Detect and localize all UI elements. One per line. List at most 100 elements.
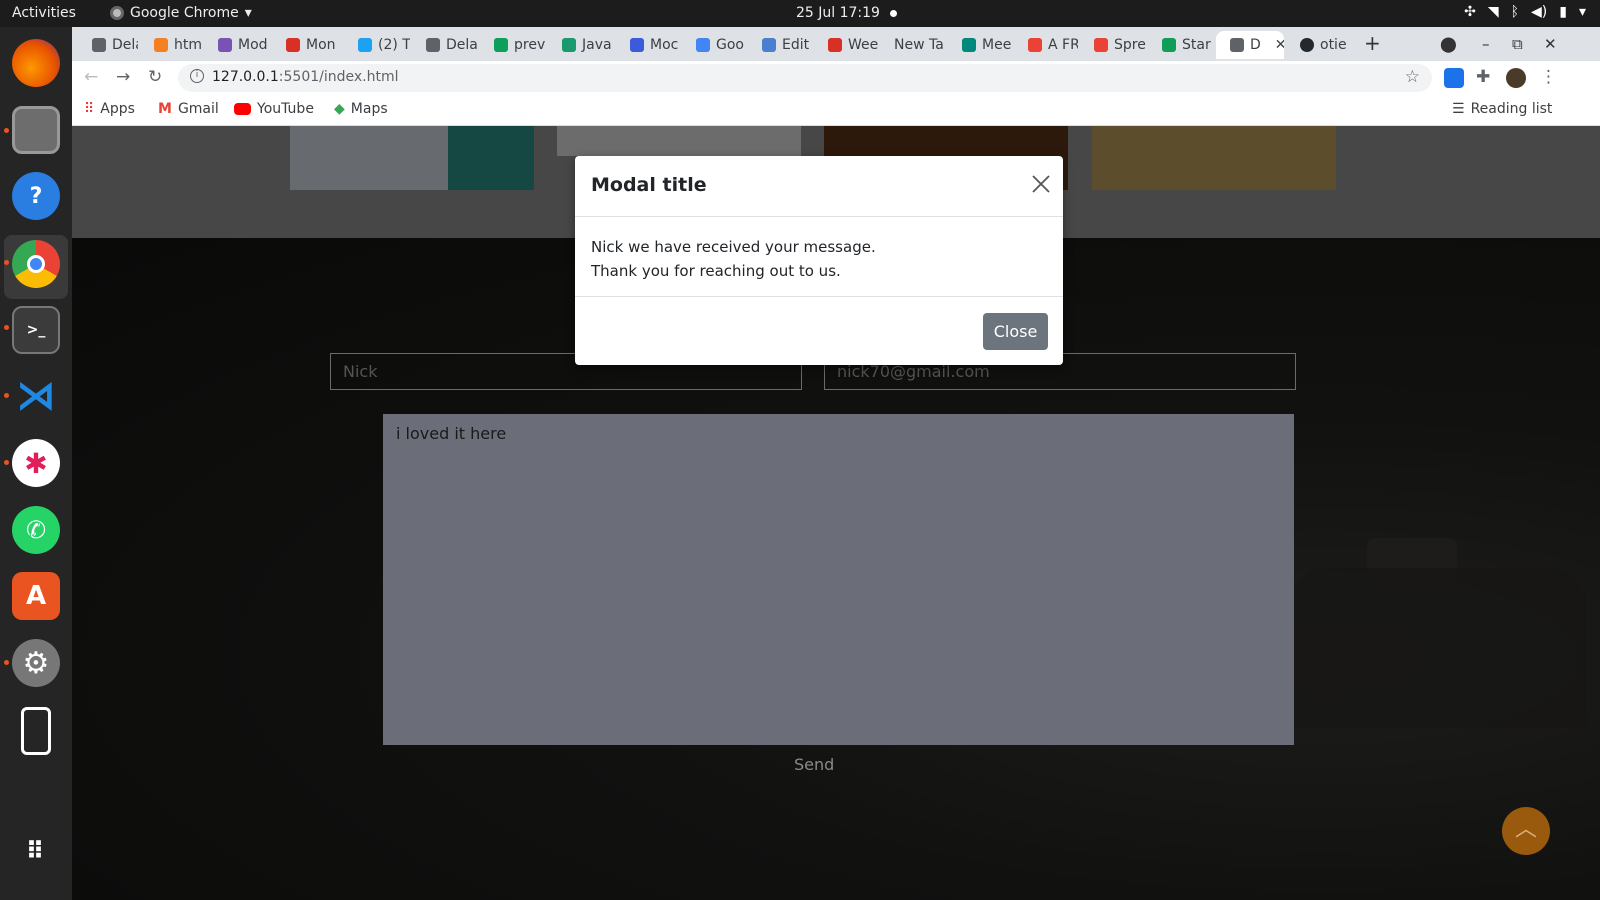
tab-favicon	[154, 38, 168, 52]
url-host: 127.0.0.1	[212, 69, 279, 85]
modal-title: Modal title	[591, 174, 707, 196]
page-viewport: Nick nick70@gmail.com i loved it here Se…	[72, 126, 1600, 900]
browser-tab[interactable]: Java	[548, 31, 614, 59]
firefox-icon[interactable]	[12, 39, 60, 87]
tab-favicon	[426, 38, 440, 52]
modal-footer: Close	[575, 297, 1063, 364]
settings-icon[interactable]: ⚙	[12, 639, 60, 687]
reading-list-icon: ☰	[1452, 101, 1465, 117]
bookmarks-bar: ⠿ Apps M Gmail YouTube ◆ Maps ☰ Reading list	[72, 95, 1600, 126]
clock[interactable]: 25 Jul 17:19	[796, 5, 880, 21]
browser-tab[interactable]: Star	[1148, 31, 1214, 59]
restore-icon[interactable]: ⧉	[1512, 35, 1523, 53]
browser-tab[interactable]: Dela	[78, 31, 138, 59]
browser-tab[interactable]: htm	[140, 31, 202, 59]
app-menu-label: Google Chrome	[130, 5, 239, 21]
browser-tab[interactable]: Dela	[412, 31, 478, 59]
tab-favicon	[962, 38, 976, 52]
modal-header: Modal title	[575, 156, 1063, 217]
new-tab-icon[interactable]: +	[1364, 31, 1381, 55]
battery-icon: ▮	[1559, 4, 1567, 20]
tab-favicon	[1028, 38, 1042, 52]
browser-tab[interactable]: (2) T	[344, 31, 410, 59]
minimize-icon[interactable]: –	[1482, 35, 1490, 53]
chrome-dock-icon[interactable]	[12, 240, 60, 288]
tab-search-icon[interactable]: ⬤	[1440, 35, 1457, 53]
chrome-menu-icon[interactable]: ⋮	[1540, 67, 1557, 87]
modal-message-line: Thank you for reaching out to us.	[591, 262, 841, 280]
dock: ? >_ ⋊ ✱ ✆ A ⚙ ⠿	[0, 27, 72, 900]
gmail-icon: M	[158, 101, 172, 117]
media-player-icon[interactable]	[21, 707, 51, 755]
maps-icon: ◆	[334, 101, 345, 117]
tray-menu-icon: ▾	[1578, 4, 1586, 20]
browser-tab[interactable]: Moc	[616, 31, 680, 59]
message-textarea[interactable]: i loved it here	[383, 414, 1294, 745]
volume-icon: ◀)	[1531, 4, 1548, 20]
back-to-top-button[interactable]: ︿	[1502, 807, 1550, 855]
forward-icon[interactable]: →	[116, 67, 130, 87]
running-indicator	[4, 128, 9, 133]
browser-tab[interactable]: prev	[480, 31, 546, 59]
activities-button[interactable]: Activities	[12, 5, 76, 21]
browser-tab[interactable]: Goo	[682, 31, 746, 59]
bookmark-apps[interactable]: ⠿ Apps	[84, 101, 135, 117]
profile-avatar[interactable]	[1506, 68, 1526, 88]
tab-favicon	[286, 38, 300, 52]
browser-tab[interactable]: otie	[1286, 31, 1352, 59]
extensions-puzzle-icon[interactable]: ✚	[1476, 67, 1490, 87]
vscode-icon[interactable]: ⋊	[12, 372, 60, 420]
bluetooth-icon: ᛒ	[1510, 4, 1520, 20]
bookmark-maps[interactable]: ◆ Maps	[334, 101, 388, 117]
browser-tab[interactable]: Mod	[204, 31, 270, 59]
youtube-icon	[234, 103, 251, 115]
system-tray[interactable]: ✣ ◥ ᛒ ◀) ▮ ▾	[1464, 4, 1586, 20]
bookmark-star-icon[interactable]: ☆	[1405, 67, 1420, 87]
tab-favicon	[562, 38, 576, 52]
help-icon[interactable]: ?	[12, 172, 60, 220]
tab-favicon	[630, 38, 644, 52]
browser-tab[interactable]: Mon	[272, 31, 342, 59]
slack-icon[interactable]: ✱	[12, 439, 60, 487]
reading-list-button[interactable]: ☰ Reading list	[1452, 101, 1552, 117]
browser-tab-active[interactable]: D ✕	[1216, 31, 1284, 59]
whatsapp-icon[interactable]: ✆	[12, 506, 60, 554]
send-button[interactable]: Send	[794, 755, 834, 774]
files-icon[interactable]	[12, 106, 60, 154]
bookmark-youtube[interactable]: YouTube	[234, 101, 314, 117]
reload-icon[interactable]: ↻	[148, 67, 162, 87]
tab-favicon	[762, 38, 776, 52]
close-icon[interactable]	[1032, 175, 1050, 193]
terminal-icon[interactable]: >_	[12, 306, 60, 354]
wifi-icon: ◥	[1487, 4, 1499, 20]
browser-tab[interactable]: Spre	[1080, 31, 1146, 59]
browser-tab[interactable]: Edit	[748, 31, 812, 59]
bookmark-gmail[interactable]: M Gmail	[158, 101, 219, 117]
system-top-bar: Activities Google Chrome ▾ 25 Jul 17:19 …	[0, 0, 1600, 27]
tab-favicon	[494, 38, 508, 52]
browser-tab[interactable]: Wee	[814, 31, 878, 59]
close-tab-icon[interactable]: ✕	[1275, 37, 1284, 53]
browser-tab[interactable]: Mee	[948, 31, 1012, 59]
caret-down-icon: ▾	[244, 5, 252, 21]
app-menu[interactable]: Google Chrome ▾	[110, 5, 252, 21]
modal-message-line: Nick we have received your message.	[591, 238, 876, 256]
tab-favicon	[1300, 38, 1314, 52]
chrome-window: Dela htm Mod Mon (2) T Dela prev Java Mo…	[72, 27, 1600, 900]
modal-close-button[interactable]: Close	[983, 313, 1048, 350]
show-apps-icon[interactable]: ⠿	[12, 827, 60, 875]
browser-tab[interactable]: A FR	[1014, 31, 1078, 59]
tab-favicon	[358, 38, 372, 52]
address-bar[interactable]: i 127.0.0.1:5501/index.html ☆	[178, 64, 1432, 92]
running-indicator	[4, 460, 9, 465]
close-window-icon[interactable]: ✕	[1544, 35, 1557, 53]
extension-icon[interactable]	[1444, 68, 1464, 88]
url-path: :5501/index.html	[278, 69, 399, 85]
back-icon[interactable]: ←	[84, 67, 98, 87]
browser-tab[interactable]: New Ta	[880, 31, 946, 59]
tab-favicon	[1230, 38, 1244, 52]
chrome-icon	[110, 6, 124, 20]
software-center-icon[interactable]: A	[12, 572, 60, 620]
site-info-icon[interactable]: i	[190, 69, 204, 83]
tab-favicon	[1094, 38, 1108, 52]
